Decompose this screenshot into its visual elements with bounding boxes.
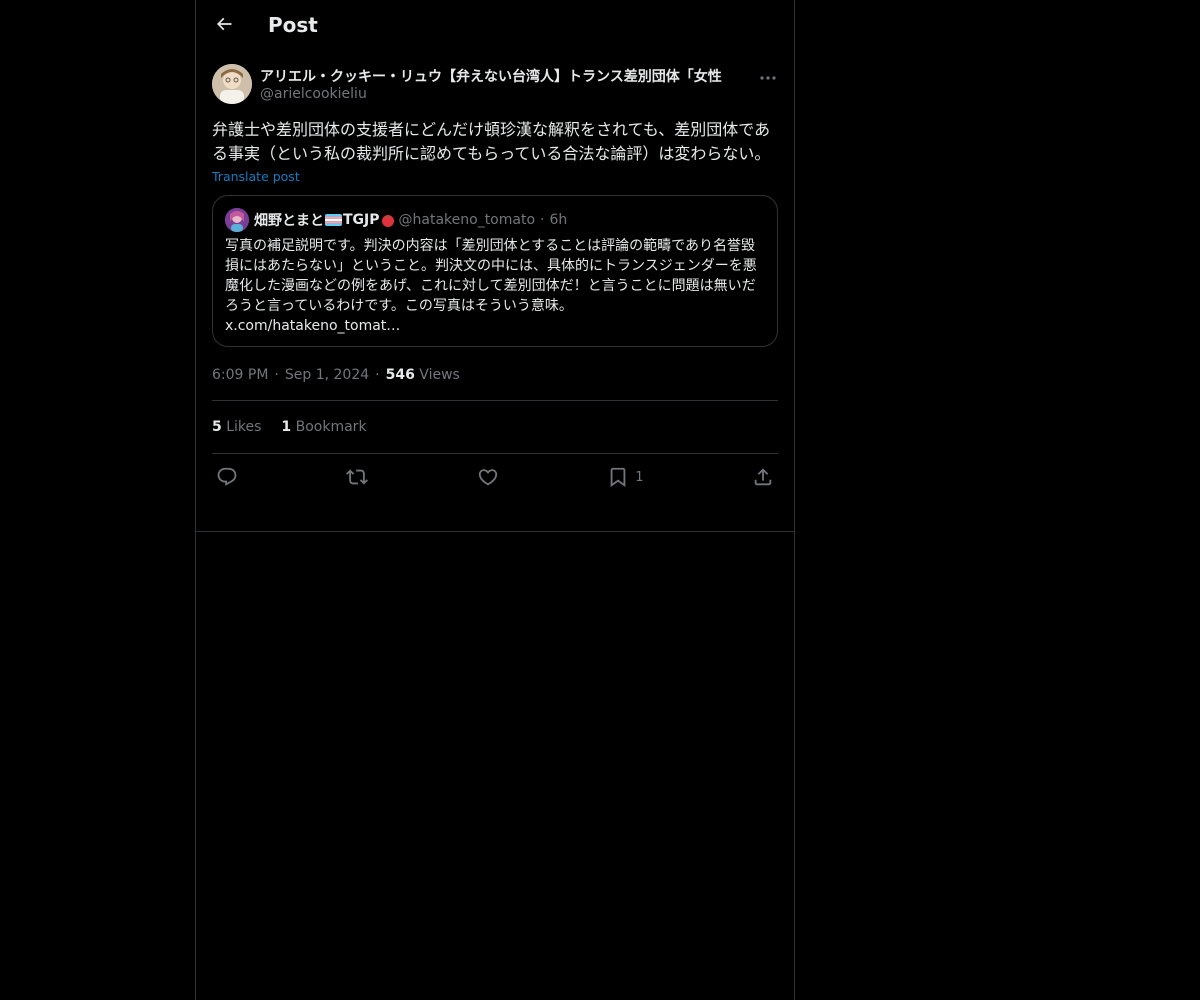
reply-icon bbox=[216, 466, 238, 488]
post-column: Post アリエル・クッキー・リュウ【弁えない台湾人】トランス差別団体「女性 @… bbox=[195, 0, 795, 1000]
share-icon bbox=[752, 466, 774, 488]
post-text: 弁護士や差別団体の支援者にどんだけ頓珍漢な解釈をされても、差別団体である事実（と… bbox=[212, 120, 771, 163]
quote-body: 写真の補足説明です。判決の内容は「差別団体とすることは評論の範疇であり名誉毀損に… bbox=[225, 238, 757, 314]
divider bbox=[196, 531, 794, 532]
quote-author-handle: @hatakeno_tomato bbox=[398, 212, 536, 228]
bookmark-icon bbox=[607, 466, 629, 488]
likes-stat[interactable]: 5 Likes bbox=[212, 419, 261, 435]
quote-author-name-suffix: TGJP bbox=[343, 212, 380, 228]
transgender-flag-icon bbox=[325, 214, 342, 226]
top-bar: Post bbox=[196, 0, 794, 53]
meta-separator: · bbox=[274, 367, 279, 383]
bookmarks-count: 1 bbox=[281, 419, 292, 435]
quote-avatar bbox=[225, 208, 249, 232]
back-button[interactable] bbox=[210, 12, 238, 40]
bookmarks-stat[interactable]: 1 Bookmark bbox=[281, 419, 366, 435]
author-row: アリエル・クッキー・リュウ【弁えない台湾人】トランス差別団体「女性 @ariel… bbox=[212, 64, 778, 116]
likes-label: Likes bbox=[226, 419, 262, 435]
share-button[interactable] bbox=[752, 466, 774, 488]
quote-text: 写真の補足説明です。判決の内容は「差別団体とすることは評論の範疇であり名誉毀損に… bbox=[225, 236, 765, 336]
author-handle[interactable]: @arielcookieliu bbox=[260, 86, 367, 102]
post-date[interactable]: Sep 1, 2024 bbox=[285, 367, 369, 383]
views-count: 546 bbox=[385, 367, 415, 383]
post-time[interactable]: 6:09 PM bbox=[212, 367, 268, 383]
views-label: Views bbox=[419, 367, 460, 383]
heart-icon bbox=[477, 466, 499, 488]
repost-icon bbox=[346, 466, 369, 488]
tomato-icon bbox=[381, 213, 395, 227]
bookmarks-label: Bookmark bbox=[295, 419, 367, 435]
quote-author-name: 畑野とまと bbox=[254, 213, 324, 229]
main-post: アリエル・クッキー・リュウ【弁えない台湾人】トランス差別団体「女性 @ariel… bbox=[196, 64, 794, 500]
bookmark-button[interactable]: 1 bbox=[607, 466, 644, 488]
like-button[interactable] bbox=[477, 466, 499, 488]
more-options-button[interactable] bbox=[758, 66, 778, 82]
repost-button[interactable] bbox=[346, 466, 369, 488]
reply-button[interactable] bbox=[216, 466, 238, 488]
quote-time: 6h bbox=[549, 212, 568, 228]
quote-header: 畑野とまと TGJP @hatakeno_tomato · 6h bbox=[225, 208, 765, 232]
quote-separator: · bbox=[540, 212, 545, 228]
arrow-left-icon bbox=[214, 14, 234, 38]
page-title: Post bbox=[268, 13, 318, 37]
action-bar: 1 bbox=[212, 454, 778, 500]
more-icon bbox=[760, 65, 776, 84]
meta-separator: · bbox=[375, 367, 380, 383]
translate-post-link[interactable]: Translate post bbox=[212, 169, 300, 184]
quoted-post[interactable]: 畑野とまと TGJP @hatakeno_tomato · 6h 写真の補足説明… bbox=[212, 195, 778, 347]
likes-count: 5 bbox=[212, 419, 222, 435]
bookmark-count: 1 bbox=[635, 469, 644, 485]
author-name[interactable]: アリエル・クッキー・リュウ【弁えない台湾人】トランス差別団体「女性 bbox=[260, 66, 752, 86]
post-meta: 6:09 PM · Sep 1, 2024 · 546 Views bbox=[212, 363, 778, 387]
engagement-stats: 5 Likes 1 Bookmark bbox=[212, 401, 778, 453]
quote-link[interactable]: x.com/hatakeno_tomat… bbox=[225, 318, 400, 334]
author-avatar[interactable] bbox=[212, 64, 252, 104]
